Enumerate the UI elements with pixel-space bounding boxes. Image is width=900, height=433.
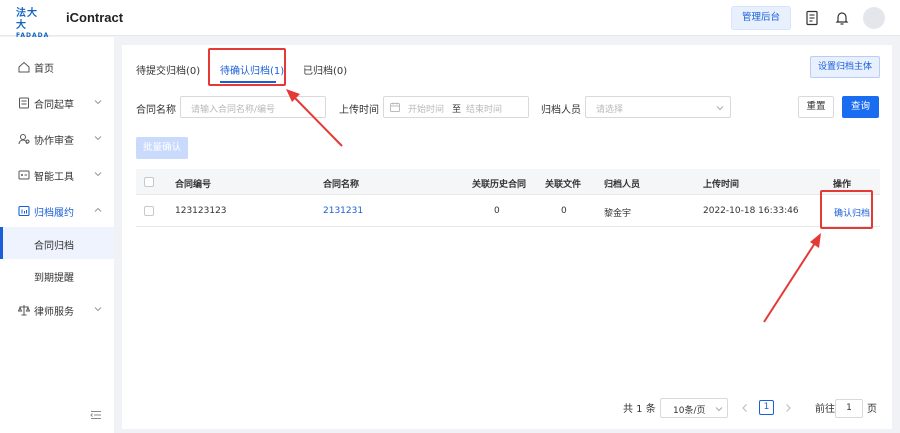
- page-size-value: 10条/页: [673, 406, 706, 416]
- home-icon: [18, 61, 30, 73]
- pagination-total: 共 1 条: [623, 404, 656, 415]
- draft-icon: [19, 97, 29, 109]
- end-time-placeholder: 结束时间: [466, 105, 503, 115]
- prev-page-icon[interactable]: [741, 403, 749, 413]
- table-row: 123123123 2131231 0 0 黎金宇 2022-10-18 16:…: [136, 195, 880, 227]
- related-history-cell: 0: [494, 206, 500, 216]
- column-header: 合同名称: [323, 180, 360, 190]
- app-title: iContract: [66, 10, 124, 25]
- review-icon: [18, 134, 30, 145]
- fadada-logo[interactable]: 法大大 FADADA: [16, 8, 48, 39]
- document-icon[interactable]: [804, 10, 820, 26]
- tools-icon: [18, 170, 30, 180]
- sidebar-item-review[interactable]: 协作审查: [0, 121, 114, 157]
- contract-name-input[interactable]: 请输入合同名称/编号: [180, 96, 326, 118]
- sidebar: 首页 合同起草 协作审查 智能工具 归档履约 合同归档 到期提醒 律师服务: [0, 37, 114, 433]
- scale-icon: [18, 305, 30, 316]
- tab-archived[interactable]: 已归档(0): [303, 62, 347, 77]
- sidebar-subitem-label: 合同归档: [34, 241, 74, 252]
- batch-confirm-button[interactable]: 批量确认: [136, 137, 188, 159]
- chevron-down-icon: [94, 307, 102, 312]
- sidebar-item-label: 律师服务: [34, 307, 74, 318]
- page-size-select[interactable]: 10条/页: [660, 398, 728, 418]
- calendar-icon: [390, 102, 400, 112]
- menu-collapse-icon[interactable]: [90, 410, 102, 420]
- contract-name-label: 合同名称: [136, 105, 176, 116]
- highlight-box-confirm: [820, 190, 873, 229]
- sidebar-subitem-expiry-reminder[interactable]: 到期提醒: [0, 259, 114, 291]
- main-content: 待提交归档(0) 待确认归档(1) 已归档(0) 设置归档主体 合同名称 请输入…: [122, 45, 892, 429]
- goto-label: 前往: [815, 404, 835, 415]
- sidebar-subitem-label: 到期提醒: [34, 273, 74, 284]
- query-button[interactable]: 查询: [842, 96, 879, 118]
- start-time-placeholder: 开始时间: [408, 105, 445, 115]
- highlight-box-tab: [208, 48, 286, 86]
- reset-button[interactable]: 重置: [798, 96, 834, 118]
- row-checkbox[interactable]: [144, 206, 154, 216]
- sidebar-item-label: 合同起草: [34, 100, 74, 111]
- archive-icon: [18, 205, 30, 217]
- admin-console-button[interactable]: 管理后台: [731, 6, 791, 30]
- tab-pending-submit[interactable]: 待提交归档(0): [136, 62, 200, 77]
- select-all-checkbox[interactable]: [144, 177, 154, 187]
- chevron-down-icon: [94, 100, 102, 105]
- upload-time-cell: 2022-10-18 16:33:46: [703, 206, 799, 216]
- contract-name-placeholder: 请输入合同名称/编号: [191, 105, 276, 115]
- sidebar-subitem-contract-archive[interactable]: 合同归档: [0, 227, 114, 259]
- column-header: 关联历史合同: [472, 180, 527, 190]
- column-header: 关联文件: [545, 180, 582, 190]
- sidebar-item-label: 协作审查: [34, 136, 74, 147]
- page-unit-label: 页: [867, 404, 877, 415]
- archiver-cell: 黎金宇: [604, 209, 632, 219]
- next-page-icon[interactable]: [784, 403, 792, 413]
- logo-text: 法大大: [16, 8, 38, 31]
- related-files-cell: 0: [561, 206, 567, 216]
- chevron-down-icon: [94, 172, 102, 177]
- sidebar-item-tools[interactable]: 智能工具: [0, 157, 114, 193]
- page-number-current[interactable]: 1: [759, 400, 774, 415]
- table-header: 合同编号 合同名称 关联历史合同 关联文件 归档人员 上传时间 操作: [136, 169, 880, 195]
- sidebar-item-label: 智能工具: [34, 172, 74, 183]
- column-header: 归档人员: [604, 180, 641, 190]
- sidebar-item-lawyer[interactable]: 律师服务: [0, 292, 114, 328]
- chevron-down-icon: [716, 106, 724, 111]
- chevron-up-icon: [94, 207, 102, 212]
- column-header: 上传时间: [703, 180, 740, 190]
- set-archive-subject-button[interactable]: 设置归档主体: [810, 56, 880, 78]
- archiver-label: 归档人员: [541, 105, 581, 116]
- archiver-placeholder: 请选择: [596, 105, 624, 115]
- sidebar-item-label: 首页: [34, 64, 54, 75]
- sidebar-item-draft[interactable]: 合同起草: [0, 85, 114, 121]
- contract-number-cell: 123123123: [175, 206, 227, 216]
- goto-page-input[interactable]: 1: [835, 399, 863, 418]
- chevron-down-icon: [715, 407, 723, 412]
- archiver-select[interactable]: 请选择: [585, 96, 731, 118]
- sidebar-item-archive[interactable]: 归档履约: [0, 193, 114, 229]
- column-header: 合同编号: [175, 180, 212, 190]
- avatar[interactable]: [863, 7, 885, 29]
- contract-name-link[interactable]: 2131231: [323, 206, 363, 216]
- chevron-down-icon: [94, 136, 102, 141]
- column-header: 操作: [833, 180, 852, 190]
- sidebar-item-home[interactable]: 首页: [0, 49, 114, 85]
- top-bar: 法大大 FADADA iContract 管理后台: [0, 0, 900, 39]
- sidebar-item-label: 归档履约: [34, 208, 74, 219]
- bell-icon[interactable]: [834, 10, 850, 26]
- upload-time-range-picker[interactable]: 开始时间 至 结束时间: [383, 96, 529, 118]
- upload-time-label: 上传时间: [339, 105, 379, 116]
- range-separator: 至: [452, 105, 462, 115]
